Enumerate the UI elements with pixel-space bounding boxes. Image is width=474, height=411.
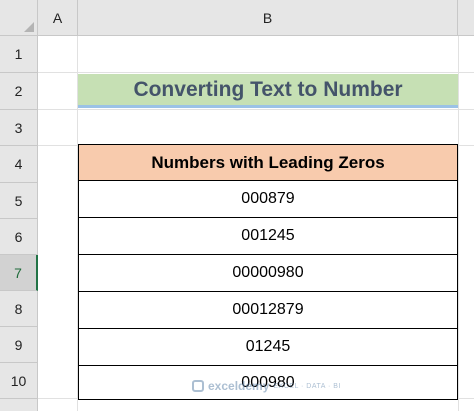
table-cell-b9[interactable]: 01245 [78,329,458,366]
row-header-10[interactable]: 10 [0,363,38,399]
select-all-corner[interactable] [0,0,38,36]
row-header-9[interactable]: 9 [0,327,38,363]
row-header-4[interactable]: 4 [0,146,38,183]
table-cell-b5[interactable]: 000879 [78,181,458,218]
row-header-11-partial[interactable] [0,399,38,411]
gridline-row-2 [38,109,474,110]
column-header-c-partial[interactable] [458,0,474,36]
row-header-5[interactable]: 5 [0,183,38,219]
row-header-6[interactable]: 6 [0,219,38,255]
column-header-a[interactable]: A [38,0,78,36]
row-header-1[interactable]: 1 [0,36,38,73]
select-all-triangle-icon [24,22,34,32]
row-header-8[interactable]: 8 [0,291,38,327]
table-cell-b10[interactable]: 000980 [78,366,458,400]
title-cell-b2[interactable]: Converting Text to Number [78,74,458,108]
column-header-b[interactable]: B [78,0,458,36]
table-cell-b8[interactable]: 00012879 [78,292,458,329]
gridline-row-1 [38,72,474,73]
table-cell-b7[interactable]: 00000980 [78,255,458,292]
row-header-2[interactable]: 2 [0,73,38,110]
table-header-cell-b4[interactable]: Numbers with Leading Zeros [78,144,458,181]
gridline-col-b-c [458,36,459,411]
spreadsheet-grid: A B 1 2 3 4 5 6 7 8 9 10 Converting Text… [0,0,474,411]
table-cell-b6[interactable]: 001245 [78,218,458,255]
row-header-7[interactable]: 7 [0,255,38,291]
row-header-3[interactable]: 3 [0,110,38,146]
